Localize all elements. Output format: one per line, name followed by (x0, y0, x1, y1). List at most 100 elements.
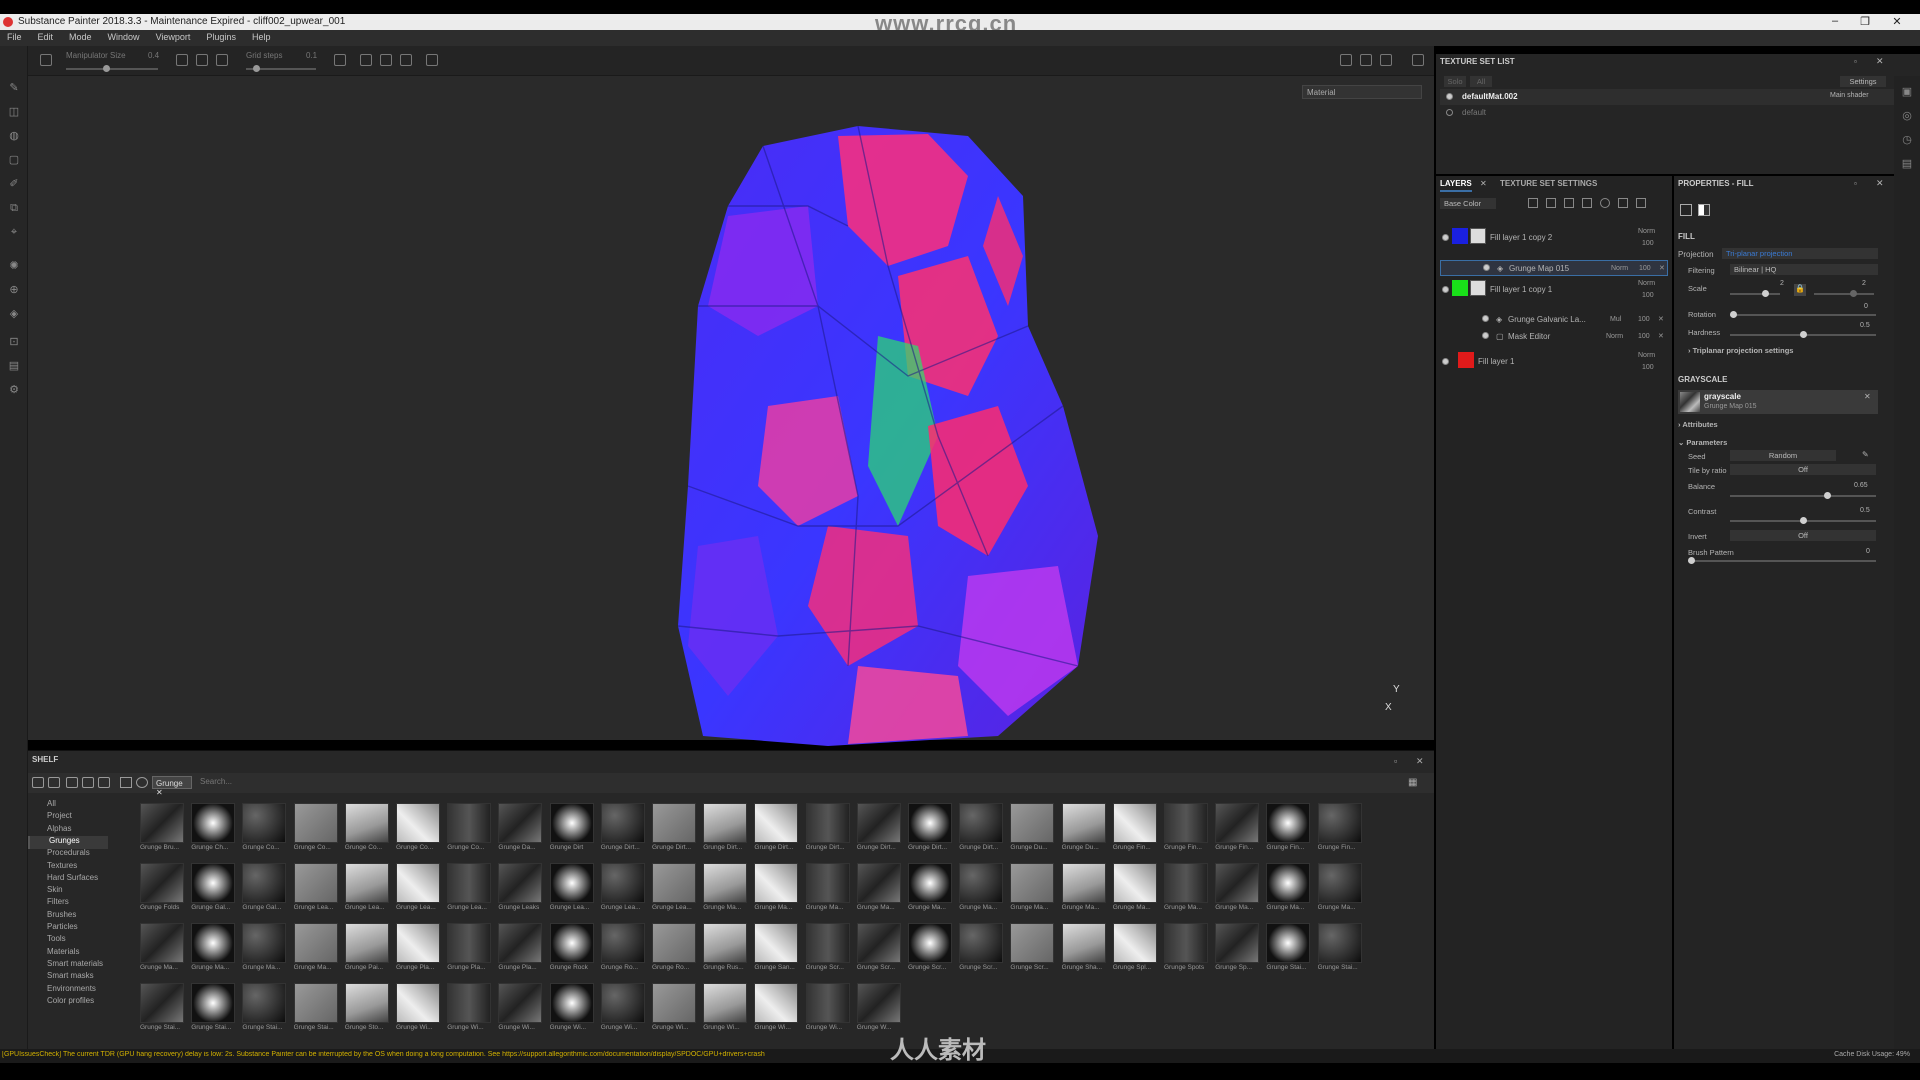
shelf-thumbnail[interactable]: Grunge Scr... (856, 923, 903, 971)
log-icon[interactable]: ▤ (1901, 158, 1913, 170)
shelf-category-textures[interactable]: Textures (46, 861, 126, 874)
shelf-category-grunges[interactable]: Grunges (28, 835, 108, 849)
channel-select[interactable]: Base Color (1440, 198, 1496, 209)
shelf-thumbnail[interactable]: Grunge Pla... (447, 923, 493, 971)
smudge-icon[interactable]: ✐ (8, 178, 20, 190)
eraser-icon[interactable]: ◫ (8, 106, 20, 118)
shelf-thumbnail[interactable]: Grunge Folds (140, 863, 186, 911)
menu-window[interactable]: Window (101, 30, 149, 46)
texture-set-row-selected[interactable]: defaultMat.002 Main shader (1440, 89, 1916, 105)
shelf-thumbnail[interactable]: Grunge Co... (396, 803, 442, 851)
effect-blend[interactable]: Norm (1606, 333, 1623, 340)
rotation-value[interactable]: 0 (1864, 303, 1868, 310)
shelf-thumbnail[interactable]: Grunge Ma... (1010, 863, 1056, 911)
effect-opacity[interactable]: 100 (1638, 333, 1650, 340)
shelf-thumbnail[interactable]: Grunge Dirt... (805, 803, 852, 851)
3d-viewport[interactable]: Material Y X (28, 76, 1434, 746)
snap-icon[interactable] (334, 54, 346, 66)
shelf-thumbnail[interactable]: Grunge Rus... (703, 923, 749, 971)
layer-row-fill-copy-1[interactable]: Fill layer 1 copy 1 Norm 100 (1436, 276, 1672, 316)
shelf-category-alphas[interactable]: Alphas (46, 824, 126, 837)
refresh-icon[interactable] (98, 777, 110, 788)
shelf-thumbnail[interactable]: Grunge Lea... (549, 863, 596, 911)
shelf-close-icon[interactable]: ✕ (1416, 756, 1424, 767)
shelf-thumbnail[interactable]: Grunge Stai... (242, 983, 288, 1031)
display-settings-icon[interactable]: ◎ (1901, 110, 1913, 122)
close-icon[interactable]: ✕ (1890, 15, 1904, 28)
sort-icon[interactable] (136, 777, 148, 788)
shelf-thumbnail[interactable]: Grunge Ma... (1112, 863, 1159, 911)
shelf-thumbnail[interactable]: Grunge Ma... (856, 863, 903, 911)
tab-texture-set-settings[interactable]: TEXTURE SET SETTINGS (1500, 179, 1597, 188)
layer-row-fill-copy-2[interactable]: Fill layer 1 copy 2 Norm 100 (1436, 224, 1672, 264)
tab-layers[interactable]: LAYERS (1440, 179, 1472, 192)
shelf-thumbnail[interactable]: Grunge Wi... (447, 983, 493, 1031)
brush-pattern-slider-knob[interactable] (1688, 557, 1695, 564)
rotation-slider-track[interactable] (1730, 314, 1876, 316)
menu-file[interactable]: File (0, 30, 31, 46)
scale-slider-knob[interactable] (1762, 290, 1769, 297)
lock-axis-icon[interactable] (400, 54, 412, 66)
shelf-thumbnail[interactable]: Grunge Lea... (293, 863, 340, 911)
hardness-value[interactable]: 0.5 (1860, 322, 1870, 329)
solo-button[interactable]: Solo (1444, 76, 1466, 87)
document-icon[interactable]: ▤ (8, 360, 20, 372)
layer-opacity[interactable]: 100 (1642, 292, 1654, 299)
projection-icon[interactable]: ◍ (8, 130, 20, 142)
shelf-category-hard-surfaces[interactable]: Hard Surfaces (46, 873, 126, 886)
grayscale-resource-slot[interactable]: grayscale Grunge Map 015 ✕ (1678, 390, 1878, 414)
shelf-thumbnail[interactable]: Grunge Dirt... (959, 803, 1005, 851)
shelf-thumbnail[interactable]: Grunge Ma... (703, 863, 749, 911)
effect-visible-icon[interactable] (1482, 315, 1489, 322)
visible-icon[interactable] (1446, 109, 1453, 116)
shelf-search-input[interactable]: Search... (200, 777, 232, 786)
layer-blend[interactable]: Norm (1638, 352, 1655, 359)
layer-opacity[interactable]: 100 (1642, 240, 1654, 247)
effect-remove-icon[interactable]: ✕ (1659, 264, 1665, 272)
picker-icon[interactable]: ⌖ (8, 226, 20, 238)
shelf-thumbnail[interactable]: Grunge Fin... (1317, 803, 1364, 851)
shelf-thumbnail[interactable]: Grunge Fin... (1164, 803, 1210, 851)
shelf-thumbnail[interactable]: Grunge Ma... (1215, 863, 1261, 911)
layer-mask-thumb[interactable] (1470, 280, 1486, 296)
shelf-thumbnail[interactable]: Grunge Ma... (1266, 863, 1312, 911)
add-effect-icon[interactable] (1528, 198, 1538, 208)
shelf-thumbnail[interactable]: Grunge Ma... (1061, 863, 1108, 911)
props-close-icon[interactable]: ✕ (1876, 178, 1884, 189)
shelf-thumbnail[interactable]: Grunge Dirt... (703, 803, 749, 851)
shelf-thumbnail[interactable]: Grunge Dirt... (856, 803, 903, 851)
texture-set-row[interactable]: default (1440, 106, 1916, 120)
all-button[interactable]: All (1470, 76, 1492, 87)
shelf-thumbnail[interactable]: Grunge Sp... (1215, 923, 1261, 971)
filtering-select[interactable]: Bilinear | HQ (1730, 264, 1878, 275)
effect-opacity[interactable]: 100 (1638, 316, 1650, 323)
rotation-slider-knob[interactable] (1730, 311, 1737, 318)
shelf-thumbnail[interactable]: Grunge Gal... (191, 863, 237, 911)
shelf-category-particles[interactable]: Particles (46, 922, 126, 935)
effect-visible-icon[interactable] (1482, 332, 1489, 339)
add-mask-icon[interactable] (1546, 198, 1556, 208)
shelf-thumbnail[interactable]: Grunge Ma... (805, 863, 852, 911)
shelf-thumbnail[interactable]: Grunge Rock (549, 923, 596, 971)
material-tab-icon[interactable] (1680, 204, 1692, 216)
shelf-thumbnail[interactable]: Grunge Fin... (1112, 803, 1159, 851)
shelf-thumbnail[interactable]: Grunge Co... (293, 803, 340, 851)
shelf-thumbnail[interactable]: Grunge Lea... (652, 863, 698, 911)
shelf-thumbnail[interactable]: Grunge Dirt... (652, 803, 698, 851)
shelf-category-all[interactable]: All (46, 799, 126, 812)
shelf-category-environments[interactable]: Environments (46, 984, 126, 997)
mirror-icon[interactable] (380, 54, 392, 66)
shelf-thumbnail[interactable]: Grunge Dirt... (600, 803, 647, 851)
balance-slider-track[interactable] (1730, 495, 1876, 497)
shelf-thumbnail[interactable]: Grunge Lea... (600, 863, 647, 911)
projection-select[interactable]: Tri-planar projection (1722, 248, 1878, 259)
undock-icon[interactable]: ▫ (1394, 756, 1397, 766)
shelf-thumbnail[interactable]: Grunge Dirt... (754, 803, 800, 851)
layer-visible-icon[interactable] (1442, 234, 1449, 241)
shelf-thumbnail[interactable]: Grunge Ma... (1317, 863, 1364, 911)
reset-icon[interactable] (426, 54, 438, 66)
layer-visible-icon[interactable] (1442, 358, 1449, 365)
shelf-category-smart-materials[interactable]: Smart materials (46, 959, 126, 972)
polygon-fill-icon[interactable]: ◈ (8, 308, 20, 320)
move-icon[interactable] (176, 54, 188, 66)
